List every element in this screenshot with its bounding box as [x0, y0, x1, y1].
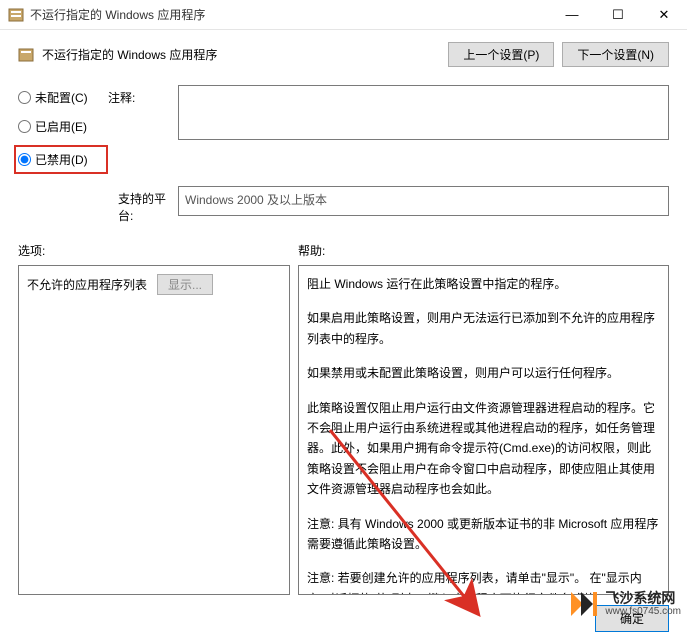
- help-p1: 阻止 Windows 运行在此策略设置中指定的程序。: [307, 274, 660, 294]
- platform-label: 支持的平台:: [18, 186, 178, 224]
- next-setting-button[interactable]: 下一个设置(N): [562, 42, 669, 67]
- comment-label: 注释:: [108, 85, 178, 174]
- options-panel: 不允许的应用程序列表 显示...: [18, 265, 290, 595]
- radio-not-configured-label[interactable]: 未配置(C): [35, 89, 88, 106]
- ok-button[interactable]: 确定: [595, 605, 669, 632]
- disallowed-list-label: 不允许的应用程序列表: [27, 276, 147, 293]
- help-p2: 如果启用此策略设置，则用户无法运行已添加到不允许的应用程序列表中的程序。: [307, 308, 660, 349]
- help-panel[interactable]: 阻止 Windows 运行在此策略设置中指定的程序。 如果启用此策略设置，则用户…: [298, 265, 669, 595]
- show-button[interactable]: 显示...: [157, 274, 213, 295]
- platform-value: Windows 2000 及以上版本: [178, 186, 669, 216]
- help-p6: 注意: 若要创建允许的应用程序列表，请单击"显示"。 在"显示内容"对话框的"值…: [307, 568, 660, 595]
- titlebar: 不运行指定的 Windows 应用程序 — ☐ ✕: [0, 0, 687, 30]
- options-label: 选项:: [18, 242, 298, 259]
- config-radios: 未配置(C) 已启用(E) 已禁用(D): [18, 85, 108, 174]
- policy-title: 不运行指定的 Windows 应用程序: [42, 46, 217, 63]
- policy-header-icon: [18, 47, 34, 63]
- radio-disabled[interactable]: [18, 153, 31, 166]
- comment-textarea[interactable]: [178, 85, 669, 140]
- radio-enabled[interactable]: [18, 120, 31, 133]
- close-button[interactable]: ✕: [641, 0, 687, 30]
- help-p3: 如果禁用或未配置此策略设置，则用户可以运行任何程序。: [307, 363, 660, 383]
- minimize-button[interactable]: —: [549, 0, 595, 30]
- header-row: 不运行指定的 Windows 应用程序 上一个设置(P) 下一个设置(N): [18, 42, 669, 67]
- radio-disabled-label[interactable]: 已禁用(D): [35, 151, 88, 168]
- window-title: 不运行指定的 Windows 应用程序: [30, 6, 549, 23]
- prev-setting-button[interactable]: 上一个设置(P): [448, 42, 554, 67]
- radio-enabled-label[interactable]: 已启用(E): [35, 118, 87, 135]
- radio-not-configured[interactable]: [18, 91, 31, 104]
- help-label: 帮助:: [298, 242, 325, 259]
- highlight-annotation: 已禁用(D): [14, 145, 108, 174]
- help-p4: 此策略设置仅阻止用户运行由文件资源管理器进程启动的程序。它不会阻止用户运行由系统…: [307, 398, 660, 500]
- help-p5: 注意: 具有 Windows 2000 或更新版本证书的非 Microsoft …: [307, 514, 660, 555]
- policy-icon: [8, 7, 24, 23]
- maximize-button[interactable]: ☐: [595, 0, 641, 30]
